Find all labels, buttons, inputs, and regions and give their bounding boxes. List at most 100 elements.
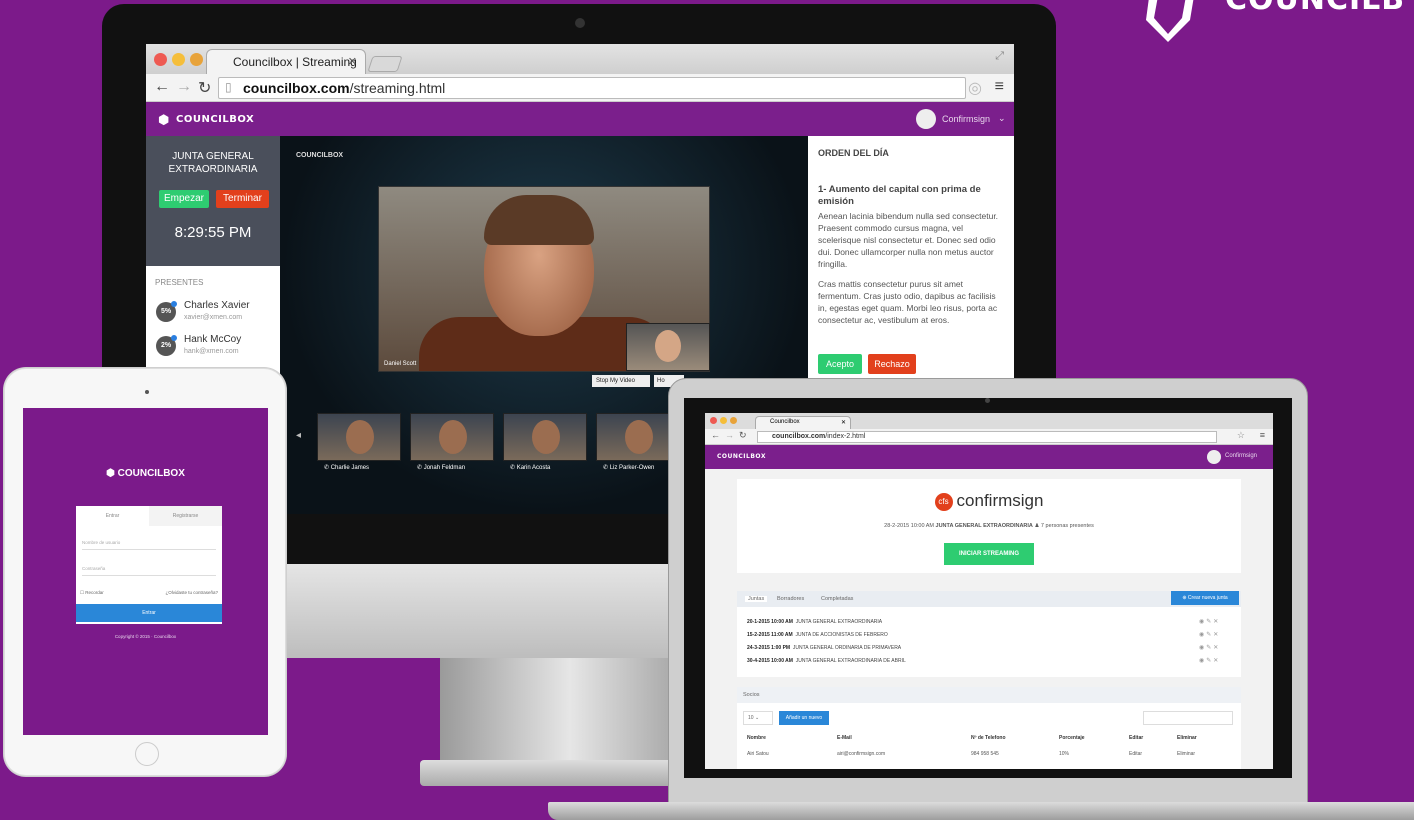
list-item[interactable]: 24-3-2015 1:00 PM JUNTA GENERAL ORDINARI…	[747, 645, 901, 651]
dashboard-browser-window: Councilbox ✕ ← → ↻ ☆ ≡ councilbox.com/ind…	[705, 413, 1273, 769]
forgot-password-link[interactable]: ¿Olvidaste tu contraseña?	[165, 590, 218, 595]
avatar[interactable]	[1207, 450, 1221, 464]
self-face	[655, 330, 681, 362]
speaker-caption: Daniel Scott	[384, 361, 417, 367]
bookmark-star-icon[interactable]: ☆	[1237, 430, 1245, 441]
end-button[interactable]: Terminar	[216, 190, 269, 208]
zoom-window-dot[interactable]	[190, 53, 203, 66]
login-submit-button[interactable]: Entrar	[76, 604, 222, 622]
column-header[interactable]: E-Mail	[837, 735, 852, 741]
app-header: COUNCILBOX Confirmsign	[705, 445, 1273, 469]
address-bar[interactable]: ▯ councilbox.com/streaming.html	[218, 77, 966, 99]
address-bar[interactable]: councilbox.com/index-2.html	[757, 431, 1217, 443]
column-header[interactable]: Editar	[1129, 735, 1143, 741]
extension-icon[interactable]: ◎	[968, 78, 982, 98]
avatar[interactable]	[916, 109, 936, 129]
new-tab-button[interactable]	[367, 56, 403, 72]
agenda-title: ORDEN DEL DÍA	[818, 148, 889, 158]
list-item[interactable]: 15-2-2015 11:00 AM JUNTA DE ACCIONISTAS …	[747, 632, 888, 638]
column-header[interactable]: Eliminar	[1177, 735, 1197, 741]
table-cell: Airi Satou	[747, 751, 769, 757]
browser-tab[interactable]: Councilbox | Streaming ✕	[206, 49, 366, 75]
start-button[interactable]: Empezar	[159, 190, 209, 208]
accept-button[interactable]: Acepto	[818, 354, 862, 374]
meeting-datetime: 28-2-2015 10:00 AM	[884, 523, 934, 529]
participant-face	[439, 420, 467, 454]
add-partner-button[interactable]: Añadir un nuevo	[779, 711, 829, 725]
home-button[interactable]	[135, 742, 159, 766]
minimize-window-dot[interactable]	[172, 53, 185, 66]
column-header[interactable]: Porcentaje	[1059, 735, 1085, 741]
tab-login[interactable]: Entrar	[76, 506, 149, 526]
list-item[interactable]: 20-1-2015 10:00 AM JUNTA GENERAL EXTRAOR…	[747, 619, 882, 625]
minimize-window-dot[interactable]	[720, 417, 727, 424]
tab-register[interactable]: Registrarse	[149, 506, 222, 526]
username-field[interactable]: Nombre de usuario	[82, 536, 216, 550]
reload-icon[interactable]: ↻	[198, 78, 211, 98]
participant-name: ✆ Charlie James	[324, 464, 369, 471]
chevron-down-icon[interactable]: ⌄	[998, 113, 1006, 124]
user-menu[interactable]: Confirmsign	[942, 114, 990, 124]
browser-tab[interactable]: Councilbox ✕	[755, 416, 851, 430]
login-tabs: Entrar Registrarse	[76, 506, 222, 526]
menu-icon[interactable]: ≡	[995, 78, 1004, 96]
meeting-name: JUNTA GENERAL EXTRAORDINARIA	[795, 619, 883, 625]
tab-juntas[interactable]: Juntas	[745, 596, 768, 602]
tab-bar: Councilbox | Streaming ✕ ⤢	[146, 44, 1014, 75]
meeting-title-line2: EXTRAORDINARIA	[168, 164, 258, 175]
row-actions-icons[interactable]: ◉✎✕	[1199, 657, 1220, 664]
edit-link[interactable]: Editar	[1129, 751, 1142, 757]
tablet-login-screen: ⬢ COUNCILBOX Entrar Registrarse Nombre d…	[23, 408, 268, 735]
new-meeting-button[interactable]: ⊕ Crear nueva junta	[1171, 591, 1239, 605]
participant-thumbnail[interactable]	[503, 413, 587, 461]
phone-icon: ✆	[417, 465, 424, 471]
prev-thumbnail-icon[interactable]: ◂	[296, 430, 301, 441]
agenda-paragraph: Aenean lacinia bibendum nulla sed consec…	[818, 211, 999, 269]
participant-thumbnail[interactable]	[317, 413, 401, 461]
forward-icon[interactable]: →	[176, 78, 192, 96]
password-field[interactable]: Contraseña	[82, 562, 216, 576]
search-input[interactable]	[1143, 711, 1233, 725]
menu-icon[interactable]: ≡	[1260, 430, 1265, 440]
back-icon[interactable]: ←	[154, 78, 170, 96]
expand-icon[interactable]: ⤢	[995, 50, 1004, 63]
forward-icon[interactable]: →	[725, 430, 734, 440]
stop-video-button[interactable]: Stop My Video	[592, 375, 650, 387]
brand-wordmark: COUNCILB	[1225, 0, 1405, 17]
participant-name: ✆ Karin Acosta	[510, 464, 550, 471]
remember-checkbox[interactable]: ☐ Recordar	[80, 590, 104, 596]
participant-thumbnail[interactable]	[410, 413, 494, 461]
tab-completadas[interactable]: Completadas	[821, 596, 853, 602]
row-actions-icons[interactable]: ◉✎✕	[1199, 644, 1220, 651]
close-window-dot[interactable]	[710, 417, 717, 424]
participant-name-text: Jonah Feldman	[423, 465, 466, 471]
column-header[interactable]: Nombre	[747, 735, 766, 741]
app-logo-text: COUNCILBOX	[717, 453, 766, 460]
close-tab-icon[interactable]: ✕	[841, 419, 846, 426]
close-window-dot[interactable]	[154, 53, 167, 66]
delete-link[interactable]: Eliminar	[1177, 751, 1195, 757]
agenda-paragraph: Cras mattis consectetur purus sit amet f…	[818, 279, 998, 325]
confirmsign-logo-icon: cfs	[934, 492, 953, 511]
user-menu[interactable]: Confirmsign	[1225, 453, 1257, 459]
tab-bar: Councilbox ✕	[705, 413, 1273, 430]
meeting-date: 15-2-2015 11:00 AM	[747, 632, 793, 638]
reject-button[interactable]: Rechazo	[868, 354, 916, 374]
tab-borradores[interactable]: Borradores	[777, 596, 804, 602]
start-streaming-button[interactable]: INICIAR STREAMING	[944, 543, 1034, 565]
partners-panel: Socios 10 ⌄ Añadir un nuevo Nombre E-Mai…	[737, 687, 1241, 769]
list-item[interactable]: 30-4-2015 10:00 AM JUNTA GENERAL EXTRAOR…	[747, 658, 906, 664]
meeting-name: JUNTA DE ACCIONISTAS DE FEBRERO	[795, 632, 888, 638]
row-actions-icons[interactable]: ◉✎✕	[1199, 618, 1220, 625]
phone-icon: ✆	[324, 465, 331, 471]
attendees-count: 7 personas presentes	[1040, 523, 1094, 529]
back-icon[interactable]: ←	[711, 430, 720, 440]
meeting-name: JUNTA GENERAL ORDINARIA DE PRIMAVERA	[792, 645, 902, 651]
page-size-select[interactable]: 10 ⌄	[743, 711, 773, 725]
zoom-window-dot[interactable]	[730, 417, 737, 424]
close-tab-icon[interactable]: ✕	[348, 55, 357, 68]
page-icon: ▯	[225, 80, 232, 94]
row-actions-icons[interactable]: ◉✎✕	[1199, 631, 1220, 638]
reload-icon[interactable]: ↻	[739, 430, 747, 441]
column-header[interactable]: Nº de Telefono	[971, 735, 1006, 741]
